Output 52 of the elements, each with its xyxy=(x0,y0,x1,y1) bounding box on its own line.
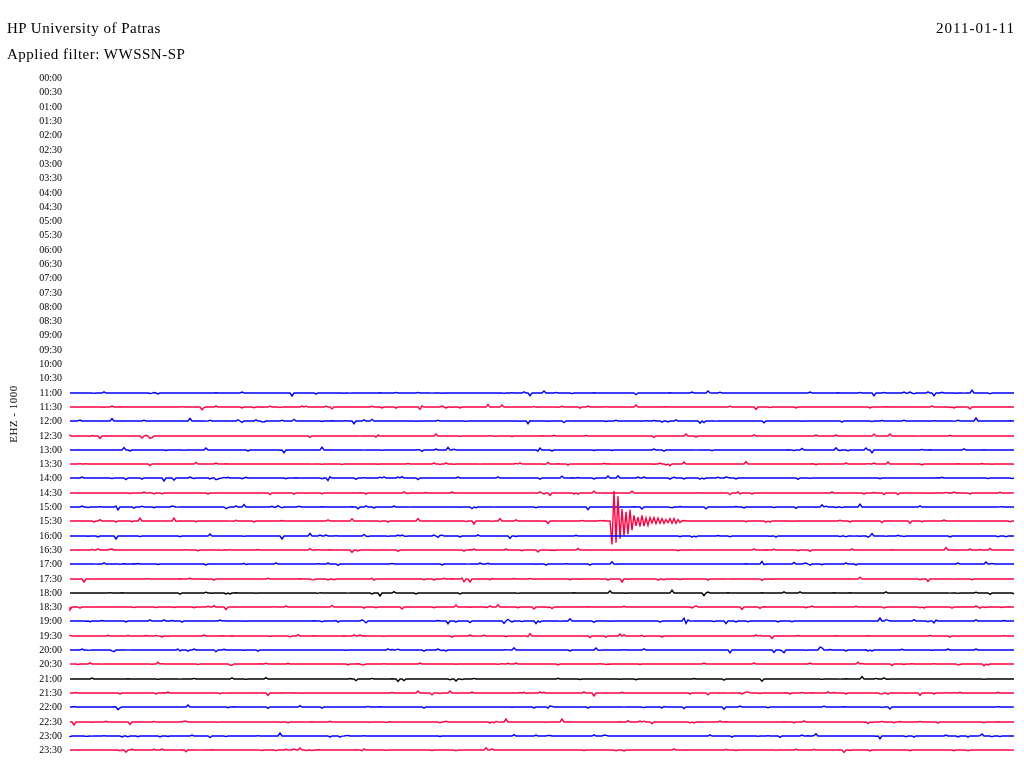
time-label: 05:00 xyxy=(38,215,62,228)
time-label: 08:30 xyxy=(38,315,62,328)
time-label: 23:30 xyxy=(38,744,62,757)
time-label: 01:00 xyxy=(38,100,62,113)
time-label: 12:00 xyxy=(38,415,62,428)
time-label: 21:00 xyxy=(38,672,62,685)
time-label: 16:00 xyxy=(38,529,62,542)
time-label: 04:00 xyxy=(38,186,62,199)
time-label: 16:30 xyxy=(38,543,62,556)
date-label: 2011-01-11 xyxy=(936,20,1015,37)
time-label: 20:00 xyxy=(38,644,62,656)
time-label: 10:00 xyxy=(38,358,62,371)
channel-label: EHZ - 1000 xyxy=(7,385,19,443)
time-label: 06:30 xyxy=(38,258,62,270)
time-label: 10:30 xyxy=(38,372,62,385)
time-label: 15:00 xyxy=(38,501,62,514)
time-label: 14:30 xyxy=(38,486,62,499)
station-title: HP University of Patras xyxy=(7,20,161,37)
time-label: 15:30 xyxy=(38,515,62,528)
time-label: 13:00 xyxy=(38,443,62,456)
time-label: 11:30 xyxy=(38,400,62,413)
filter-label: Applied filter: WWSSN-SP xyxy=(7,46,186,63)
time-label: 18:00 xyxy=(38,586,62,599)
time-label: 13:30 xyxy=(38,458,62,471)
time-label: 23:00 xyxy=(38,729,62,742)
time-label: 02:30 xyxy=(38,143,62,156)
time-label: 17:30 xyxy=(38,572,62,585)
time-label: 07:30 xyxy=(38,286,62,299)
time-label: 07:00 xyxy=(38,272,62,285)
time-label: 20:30 xyxy=(38,658,62,671)
time-label: 08:00 xyxy=(38,300,62,313)
time-label: 21:30 xyxy=(38,686,62,699)
time-label: 02:00 xyxy=(38,129,62,142)
time-label: 12:30 xyxy=(38,429,62,442)
time-label: 11:00 xyxy=(38,386,62,399)
time-label: 01:30 xyxy=(38,115,62,128)
time-label: 05:30 xyxy=(38,229,62,242)
time-label: 00:30 xyxy=(38,86,62,99)
time-label: 22:30 xyxy=(38,715,62,728)
time-label: 09:30 xyxy=(38,343,62,356)
time-label: 00:00 xyxy=(38,72,62,85)
time-label: 03:30 xyxy=(38,172,62,185)
time-label: 03:00 xyxy=(38,157,62,170)
time-label: 09:00 xyxy=(38,329,62,342)
time-label: 14:00 xyxy=(38,472,62,485)
time-label: 04:30 xyxy=(38,200,62,213)
time-label: 18:30 xyxy=(38,601,62,614)
time-label: 19:00 xyxy=(38,615,62,628)
time-label: 06:00 xyxy=(38,243,62,256)
time-label: 17:00 xyxy=(38,558,62,571)
time-label: 19:30 xyxy=(38,629,62,642)
time-label: 22:00 xyxy=(38,701,62,714)
